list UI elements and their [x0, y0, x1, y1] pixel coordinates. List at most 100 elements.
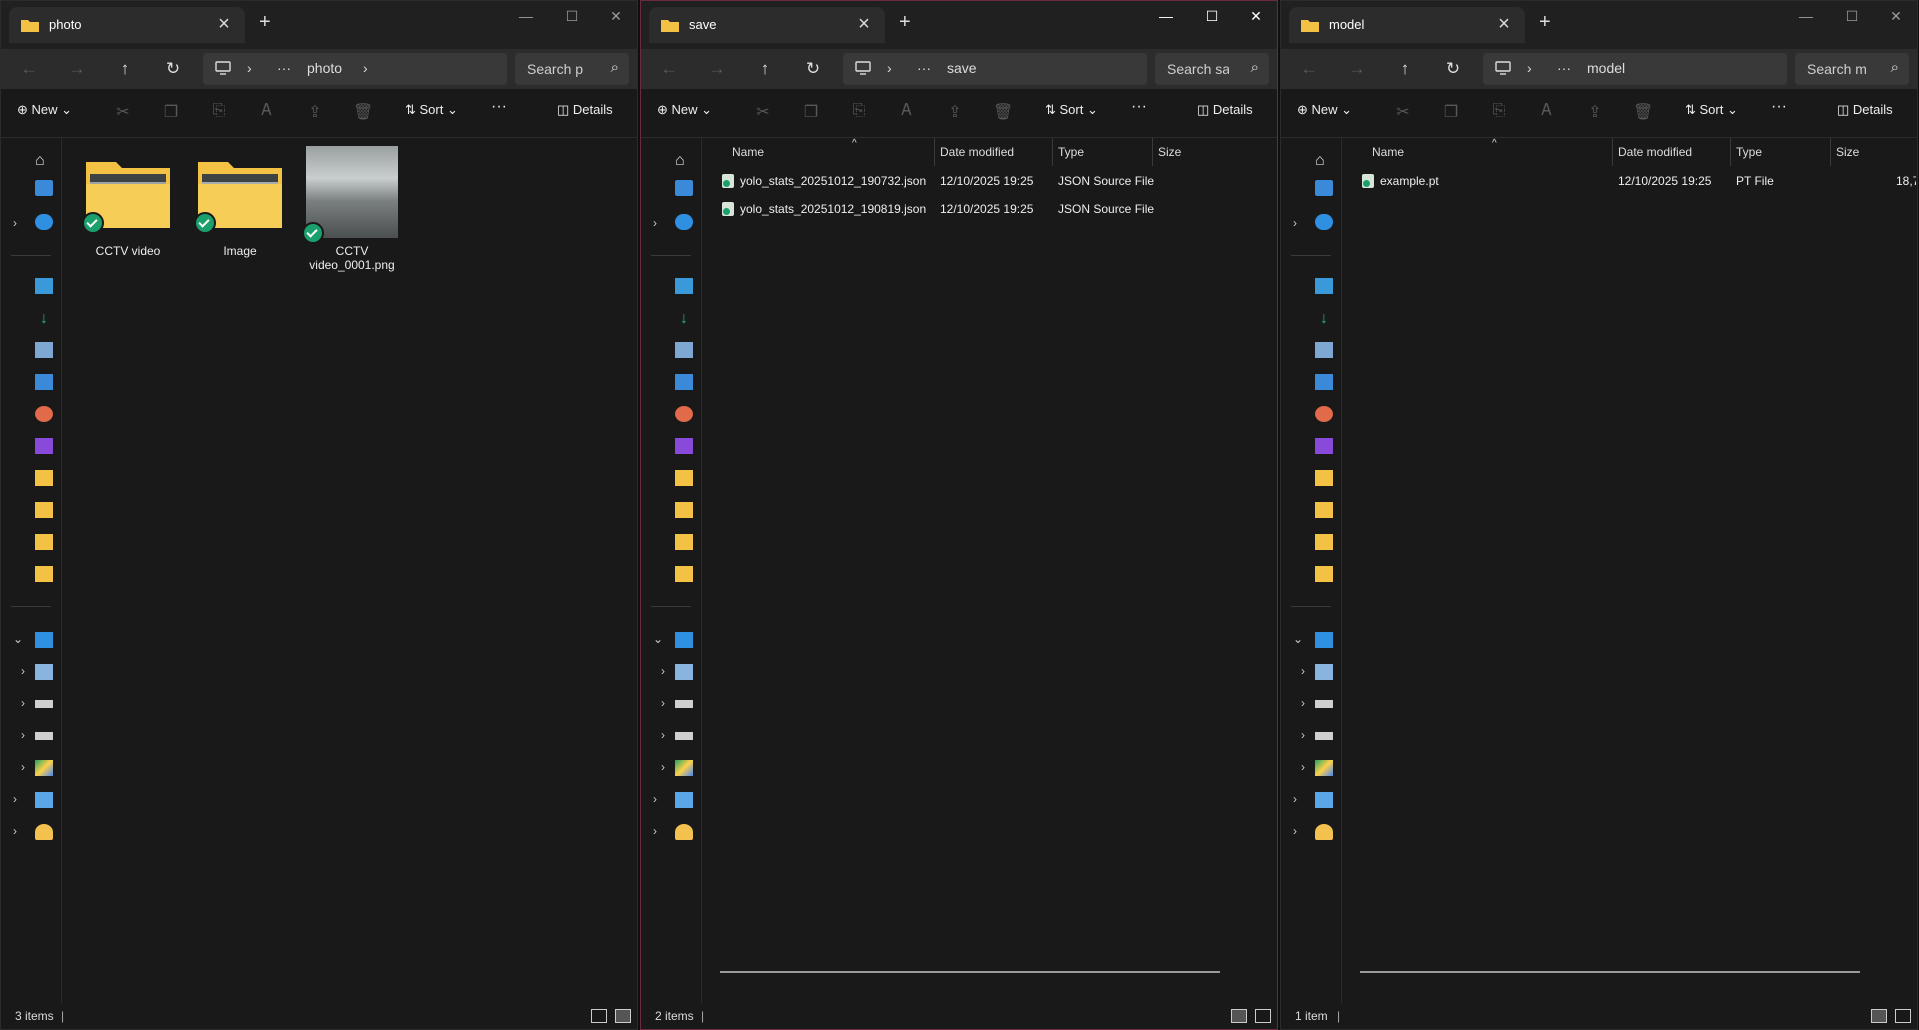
network-icon[interactable]: [675, 792, 693, 808]
linux-icon[interactable]: [1315, 824, 1333, 840]
cut-icon[interactable]: ✂: [1393, 102, 1413, 122]
cut-icon[interactable]: ✂: [753, 102, 773, 122]
home-icon[interactable]: ⌂: [675, 152, 693, 169]
network-icon[interactable]: [1315, 792, 1333, 808]
sort-button[interactable]: ⇅ Sort ⌄: [1685, 102, 1738, 118]
onedrive-icon[interactable]: [1315, 214, 1333, 230]
chevron-right-icon[interactable]: ›: [1293, 824, 1297, 838]
more-options-icon[interactable]: ···: [491, 98, 507, 116]
close-tab-icon[interactable]: ×: [213, 13, 235, 36]
folder-icon[interactable]: [35, 470, 53, 486]
ellipsis-icon[interactable]: ···: [917, 60, 931, 76]
breadcrumb-folder[interactable]: photo: [307, 60, 342, 76]
close-window-button[interactable]: ✕: [1233, 1, 1277, 31]
column-divider[interactable]: [934, 138, 935, 166]
large-icons-view-icon[interactable]: [1895, 1009, 1911, 1023]
search-input[interactable]: Search p ⌕: [515, 53, 629, 85]
copy-icon[interactable]: ❐: [801, 102, 821, 122]
address-bar[interactable]: › ··· photo ›: [203, 53, 507, 85]
horizontal-scrollbar[interactable]: [720, 971, 1220, 973]
up-arrow-icon[interactable]: ↑: [753, 58, 777, 82]
shared-folder-icon[interactable]: [675, 566, 693, 582]
new-tab-button[interactable]: +: [1539, 11, 1551, 34]
refresh-icon[interactable]: ↻: [161, 58, 185, 82]
back-arrow-icon[interactable]: ←: [657, 58, 681, 82]
home-icon[interactable]: ⌂: [1315, 152, 1333, 169]
new-button[interactable]: ⊕ New ⌄: [17, 102, 72, 118]
address-bar[interactable]: › ··· save: [843, 53, 1147, 85]
drive-icon[interactable]: [1315, 700, 1333, 708]
folder-item[interactable]: Image: [192, 148, 288, 258]
maximize-button[interactable]: ☐: [1829, 1, 1875, 31]
onedrive-icon[interactable]: [35, 214, 53, 230]
downloads-icon[interactable]: ↓: [35, 310, 53, 327]
chevron-right-icon[interactable]: ›: [21, 664, 25, 678]
chevron-right-icon[interactable]: ›: [1301, 696, 1305, 710]
column-header-name[interactable]: Name: [1372, 138, 1404, 166]
shared-folder-icon[interactable]: [35, 566, 53, 582]
downloads-icon[interactable]: ↓: [675, 310, 693, 327]
tab-photo[interactable]: photo ×: [9, 7, 245, 43]
folder-icon[interactable]: [1315, 470, 1333, 486]
chevron-right-icon[interactable]: ›: [653, 792, 657, 806]
column-header-size[interactable]: Size: [1158, 138, 1181, 166]
share-icon[interactable]: ⇪: [945, 102, 965, 122]
folder-icon[interactable]: [675, 470, 693, 486]
chevron-down-icon[interactable]: ⌄: [653, 632, 663, 646]
column-divider[interactable]: [1830, 138, 1831, 166]
table-row[interactable]: yolo_stats_20251012_190819.json 12/10/20…: [716, 196, 1276, 222]
large-icons-view-icon[interactable]: [1255, 1009, 1271, 1023]
address-bar[interactable]: › ··· model: [1483, 53, 1787, 85]
sort-button[interactable]: ⇅ Sort ⌄: [1045, 102, 1098, 118]
rename-icon[interactable]: Ꭺ: [897, 102, 917, 122]
share-icon[interactable]: ⇪: [305, 102, 325, 122]
drive-icon[interactable]: [675, 700, 693, 708]
drive-icon[interactable]: [675, 732, 693, 740]
search-input[interactable]: Search sa ⌕: [1155, 53, 1269, 85]
chevron-right-icon[interactable]: ›: [661, 664, 665, 678]
chevron-right-icon[interactable]: ›: [21, 728, 25, 742]
home-icon[interactable]: ⌂: [35, 152, 53, 169]
details-button[interactable]: ◫ Details: [557, 102, 613, 118]
desktop-folder-icon[interactable]: [35, 278, 53, 294]
drive-icon[interactable]: [35, 700, 53, 708]
sort-button[interactable]: ⇅ Sort ⌄: [405, 102, 458, 118]
chevron-right-icon[interactable]: ›: [13, 792, 17, 806]
new-tab-button[interactable]: +: [899, 11, 911, 34]
drive-icon[interactable]: [35, 664, 53, 680]
table-row[interactable]: example.pt 12/10/2025 19:25 PT File 18,7: [1356, 168, 1916, 194]
tab-model[interactable]: model ×: [1289, 7, 1525, 43]
refresh-icon[interactable]: ↻: [1441, 58, 1465, 82]
network-icon[interactable]: [35, 792, 53, 808]
gallery-icon[interactable]: [1315, 180, 1333, 196]
desktop-folder-icon[interactable]: [675, 278, 693, 294]
drive-icon[interactable]: [35, 732, 53, 740]
close-window-button[interactable]: ✕: [1873, 1, 1917, 31]
back-arrow-icon[interactable]: ←: [1297, 58, 1321, 82]
folder-icon[interactable]: [1315, 534, 1333, 550]
folder-icon[interactable]: [675, 502, 693, 518]
minimize-button[interactable]: —: [503, 1, 549, 31]
chevron-right-icon[interactable]: ›: [661, 728, 665, 742]
chevron-right-icon[interactable]: ›: [21, 696, 25, 710]
chevron-right-icon[interactable]: ›: [13, 216, 17, 230]
paste-icon[interactable]: ⎘: [209, 102, 229, 122]
minimize-button[interactable]: —: [1143, 1, 1189, 31]
google-drive-icon[interactable]: [35, 760, 53, 776]
close-tab-icon[interactable]: ×: [853, 13, 875, 36]
chevron-right-icon[interactable]: ›: [653, 216, 657, 230]
column-header-type[interactable]: Type: [1736, 138, 1762, 166]
pictures-icon[interactable]: [675, 374, 693, 390]
horizontal-scrollbar[interactable]: [1360, 971, 1860, 973]
maximize-button[interactable]: ☐: [1189, 1, 1235, 31]
delete-icon[interactable]: 🗑: [353, 102, 373, 122]
paste-icon[interactable]: ⎘: [849, 102, 869, 122]
chevron-right-icon[interactable]: ›: [661, 760, 665, 774]
share-icon[interactable]: ⇪: [1585, 102, 1605, 122]
drive-icon[interactable]: [675, 664, 693, 680]
column-header-size[interactable]: Size: [1836, 138, 1859, 166]
rename-icon[interactable]: Ꭺ: [257, 102, 277, 122]
drive-icon[interactable]: [1315, 664, 1333, 680]
google-drive-icon[interactable]: [1315, 760, 1333, 776]
column-header-name[interactable]: Name: [732, 138, 764, 166]
